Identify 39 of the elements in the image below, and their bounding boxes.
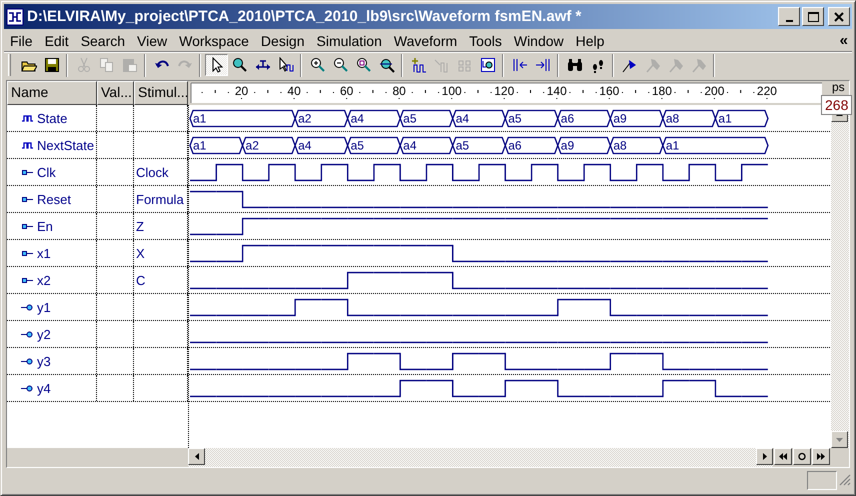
ruler-label: 220 bbox=[756, 84, 777, 98]
stimulus-type: C bbox=[136, 272, 146, 288]
stimulus-type: Formula bbox=[136, 192, 184, 206]
bus-value: a4 bbox=[350, 112, 364, 126]
bus-value: a2 bbox=[246, 138, 259, 152]
ruler-label: 20 bbox=[234, 84, 248, 98]
bus-value: a1 bbox=[718, 112, 732, 126]
time-unit: ps bbox=[832, 81, 845, 94]
bus-value: a9 bbox=[560, 138, 574, 152]
bus-value: a5 bbox=[508, 112, 522, 126]
bus-value: a1 bbox=[666, 138, 680, 152]
bus-value: a8 bbox=[666, 112, 680, 126]
bus-value: a6 bbox=[560, 112, 574, 126]
stimulus-type: Clock bbox=[136, 164, 169, 180]
bus-value: a8 bbox=[613, 138, 627, 152]
ruler-label: 120 bbox=[494, 84, 514, 98]
bus-value: a2 bbox=[298, 112, 312, 126]
ruler-label: 160 bbox=[599, 84, 620, 98]
stimulus-type: X bbox=[136, 246, 145, 260]
bus-value: a1 bbox=[193, 138, 206, 152]
ruler-label: 60 bbox=[340, 84, 354, 98]
ruler-label: 80 bbox=[392, 84, 406, 98]
ruler-label: 140 bbox=[546, 84, 567, 98]
cursor-time-tooltip: 268 bbox=[821, 95, 852, 115]
bus-value: a9 bbox=[613, 112, 627, 126]
bus-value: a1 bbox=[193, 112, 206, 126]
bus-value: a5 bbox=[403, 112, 417, 126]
ruler-label: 180 bbox=[652, 84, 672, 98]
ruler-label: 100 bbox=[442, 84, 462, 98]
bus-value: a5 bbox=[350, 138, 364, 152]
bus-value: a5 bbox=[456, 138, 470, 152]
bus-value: a6 bbox=[508, 138, 522, 152]
bus-value: a4 bbox=[403, 138, 417, 152]
window-title: D:\ELVIRA\My_project\PTCA_2010\PTCA_2010_lb9\src\Waveform fsmEN.awf * bbox=[27, 8, 582, 25]
bus-value: a4 bbox=[456, 112, 470, 126]
ruler-label: 40 bbox=[287, 84, 301, 98]
stimulus-type: Z bbox=[136, 218, 144, 234]
bus-value: a4 bbox=[298, 138, 312, 152]
ruler-label: 200 bbox=[704, 84, 724, 98]
